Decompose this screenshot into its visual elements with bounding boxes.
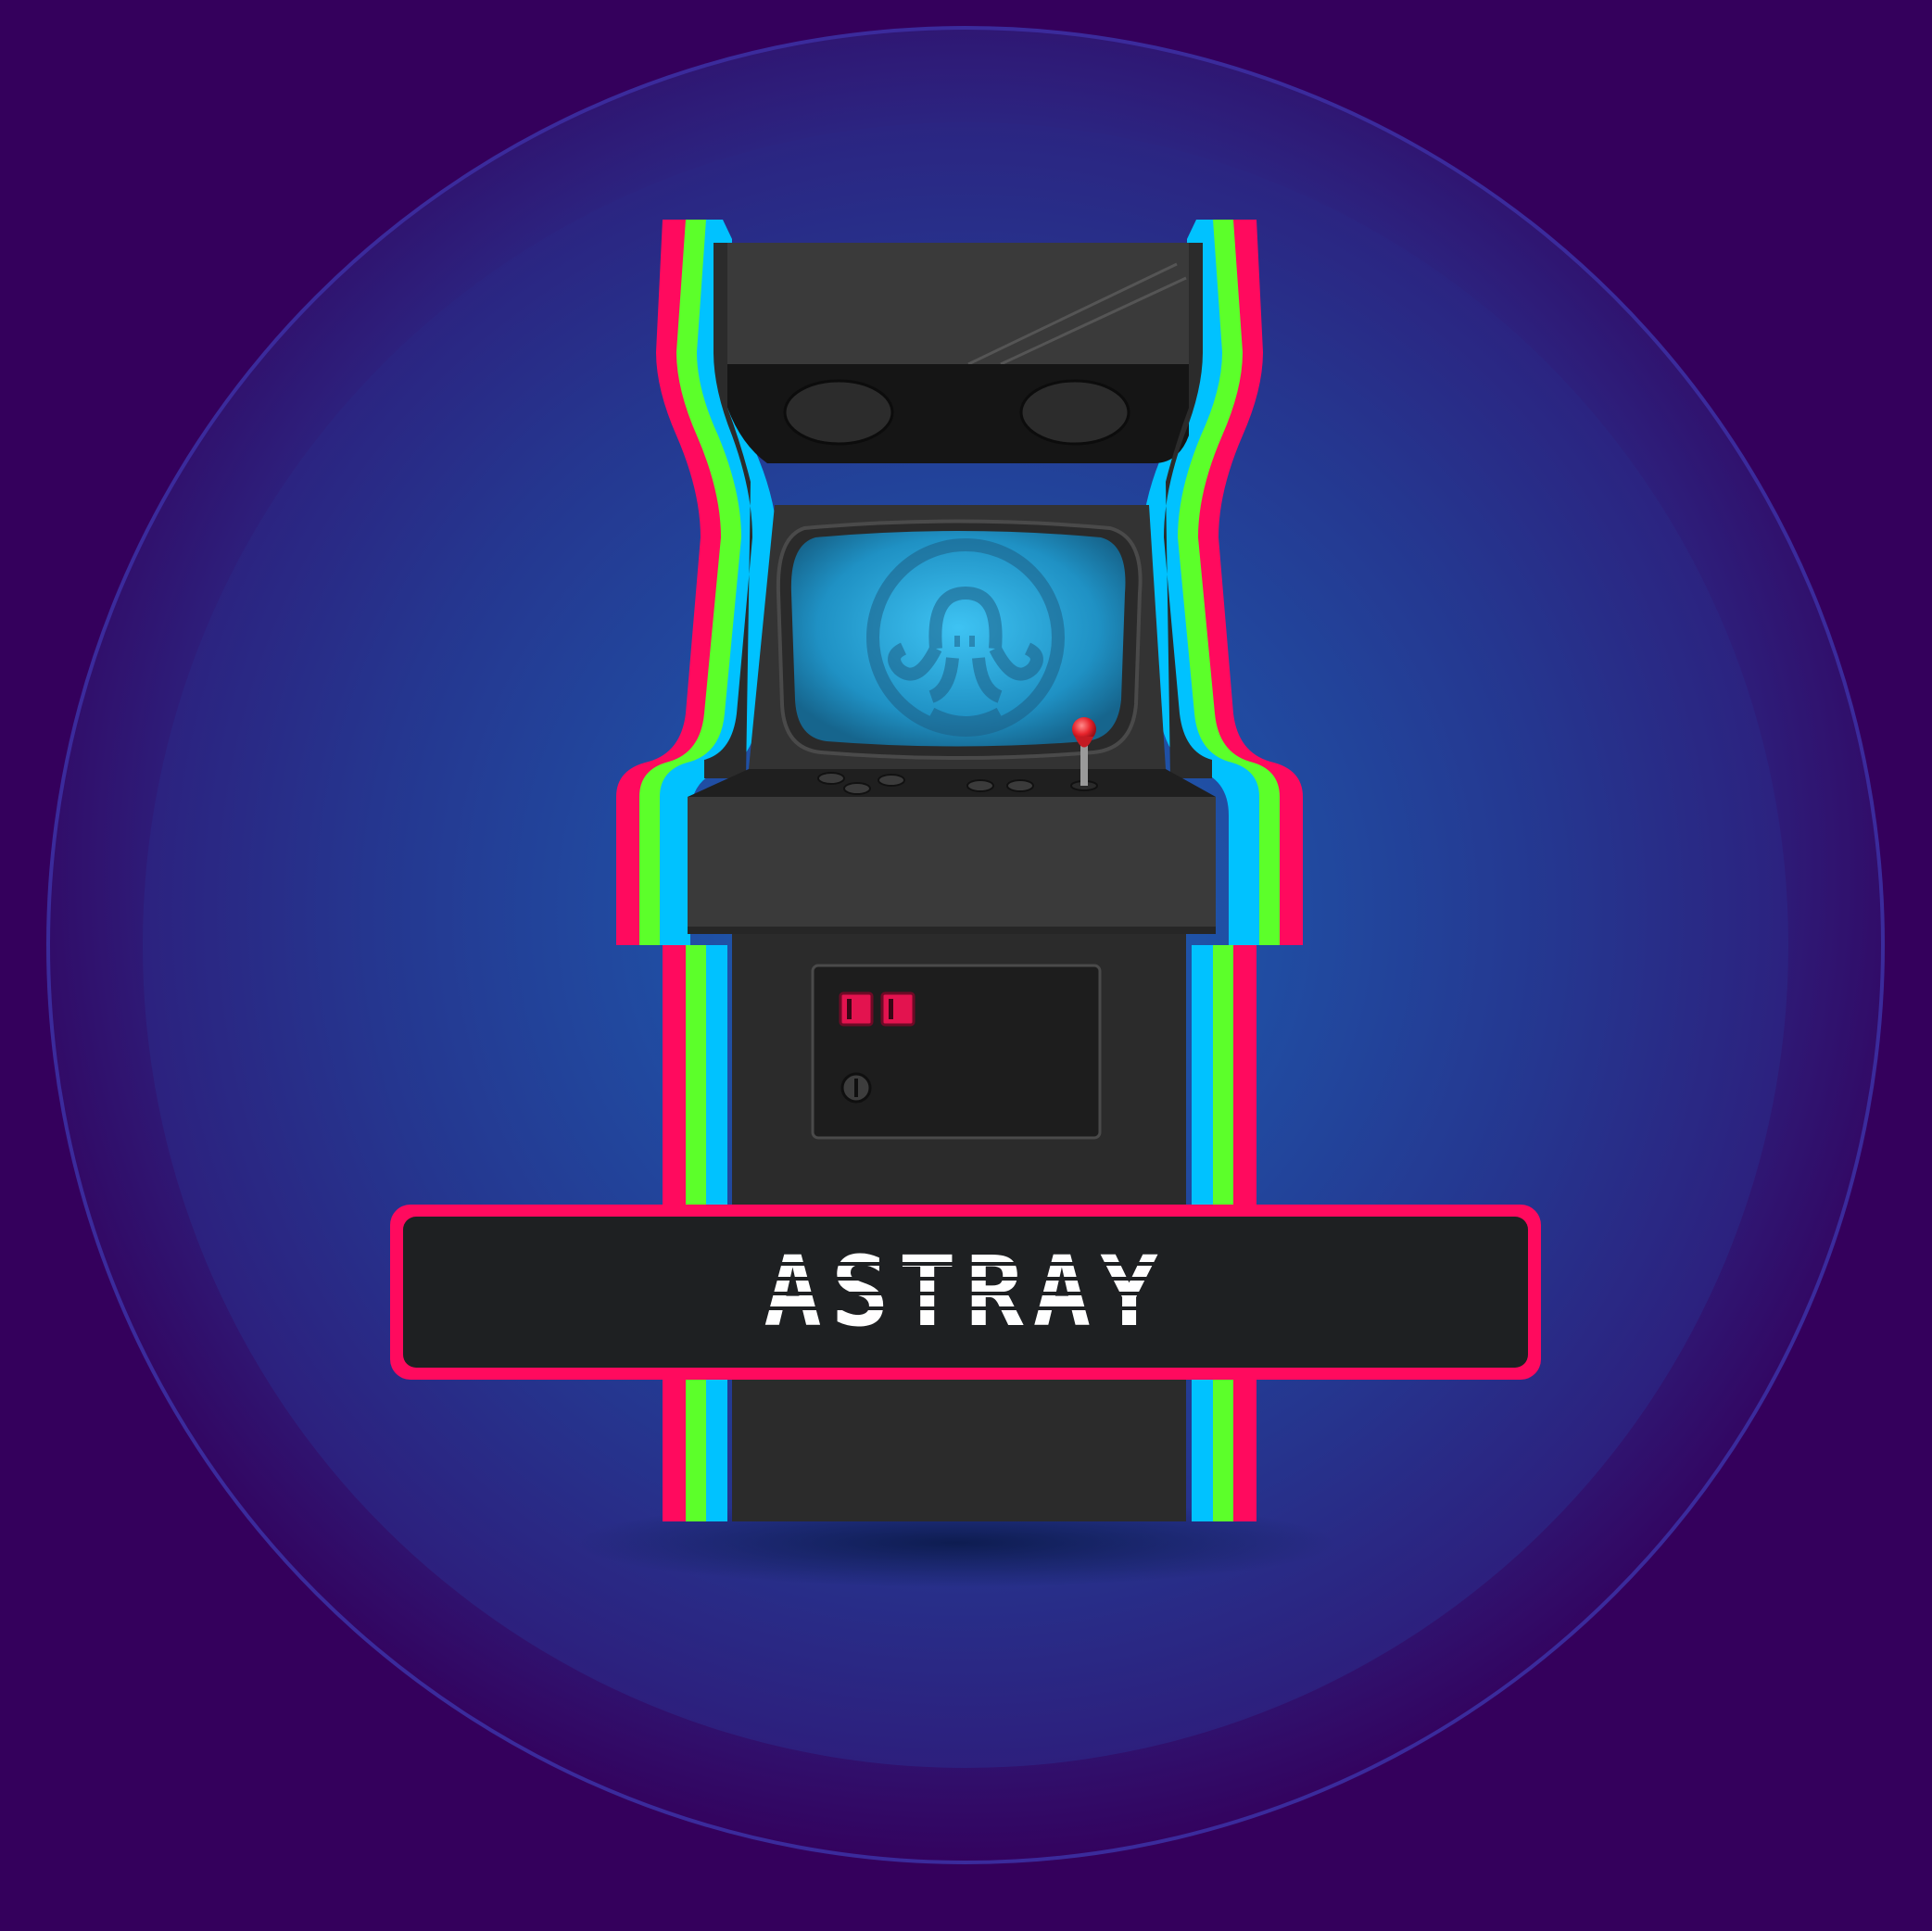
octopus-eye-left (954, 636, 960, 647)
coin-slot-icon[interactable] (880, 991, 915, 1027)
control-button[interactable] (843, 782, 871, 795)
right-speaker (1019, 379, 1130, 446)
coin-slot-icon[interactable] (839, 991, 874, 1027)
control-panel-front (688, 797, 1216, 927)
coin-door (811, 964, 1102, 1140)
control-panel-top (688, 769, 1216, 797)
left-speaker (783, 379, 894, 446)
octopus-eye-right (969, 636, 975, 647)
title-banner: ASTRAY (390, 1205, 1541, 1380)
control-button[interactable] (966, 779, 994, 792)
cabinet-marquee (727, 243, 1189, 366)
control-button[interactable] (1006, 779, 1034, 792)
keyhole-icon (840, 1072, 872, 1104)
arcade-illustration: ASTRAY (0, 0, 1932, 1931)
control-button[interactable] (878, 774, 905, 787)
control-button[interactable] (817, 772, 845, 785)
control-panel-lip (688, 927, 1216, 934)
